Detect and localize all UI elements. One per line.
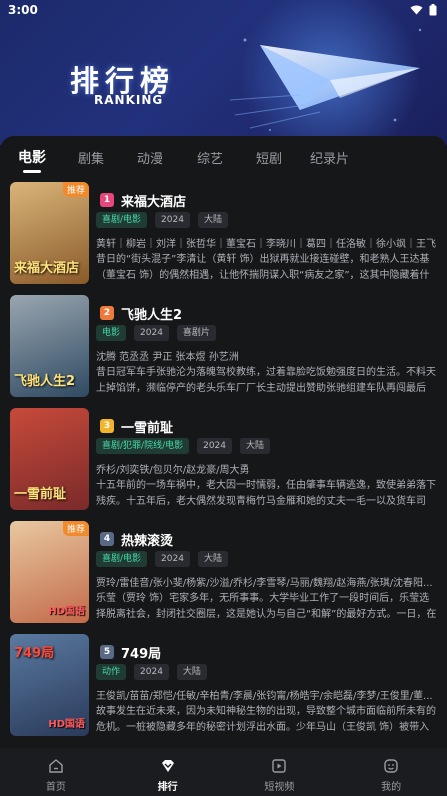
tab-series[interactable]: 剧集 [78,148,104,167]
poster-image: 749局 HD国语 [10,634,89,736]
nav-label: 短视频 [264,782,295,793]
list-item[interactable]: 749局 HD国语 5 749局 动作 2024 大陆 王俊凯/苗苗/郑恺/任敏… [0,632,447,744]
poster-title: 749局 [14,646,55,661]
tab-label: 综艺 [197,152,224,167]
bottom-navigation: 首页 排行 短视频 我的 [0,748,447,796]
synopsis: 昔日冠军车手张驰沦为落魄驾校教练，过着靠脸吃饭勉强度日的生活。不料天上掉馅饼，濒… [96,367,436,394]
tab-variety[interactable]: 综艺 [197,148,223,167]
nav-ranking[interactable]: 排行 [112,748,224,796]
poster-title: 来福大酒店 [14,261,80,276]
nav-home[interactable]: 首页 [0,748,112,796]
cast-list: 贾玲/雷佳音/张小斐/杨紫/沙溢/乔杉/李雪琴/马丽/魏翔/赵海燕/张琪/沈春阳… [96,578,433,589]
tab-label: 短剧 [256,152,283,167]
year-tag: 2024 [155,212,190,228]
list-item[interactable]: 飞驰人生2 2 飞驰人生2 电影 2024 喜剧片 沈腾 范丞丞 尹正 张本煜 … [0,293,447,405]
year-tag: 2024 [134,664,169,680]
hd-label: HD国语 [48,606,85,617]
tag-row: 喜剧/犯罪/院线/电影 2024 大陆 [96,438,271,454]
cast-list: 沈腾 范丞丞 尹正 张本煜 孙艺洲 [96,352,239,363]
movie-title: 一雪前耻 [121,421,174,436]
poster-title: 飞驰人生2 [14,374,76,389]
battery-icon [429,4,437,16]
rank-badge: 4 [100,532,114,546]
category-tabs: 电影 剧集 动漫 综艺 短剧 纪录片 [0,147,447,177]
tab-movie[interactable]: 电影 [18,147,46,173]
year-tag: 2024 [197,438,233,454]
poster-image: 一雪前耻 [10,408,89,510]
active-tab-indicator [23,170,41,173]
genre-tag: 电影 [96,325,127,341]
year-tag: 2024 [134,325,169,341]
cast-list: 黄轩｜柳岩｜刘洋｜张哲华｜董宝石｜李晓川｜葛四｜任洛敏｜徐小飒｜王飞 [96,239,436,250]
tab-label: 电影 [18,150,46,166]
synopsis: 乐莹（贾玲 饰）宅家多年，无所事事。大学毕业工作了一段时间后，乐莹选择脱离社会，… [96,593,437,620]
genre-tag: 喜剧/电影 [96,551,148,567]
poster-title: 一雪前耻 [14,487,67,502]
region-tag: 大陆 [197,212,228,228]
list-item[interactable]: 推荐 来福大酒店 1 来福大酒店 喜剧/电影 2024 大陆 黄轩｜柳岩｜刘洋｜… [0,180,447,292]
tag-row: 动作 2024 大陆 [96,664,207,680]
movie-title: 飞驰人生2 [121,308,183,323]
rank-badge: 1 [100,193,114,207]
short-video-icon [272,759,287,773]
region-tag: 大陆 [240,438,271,454]
tab-label: 动漫 [137,152,164,167]
synopsis: 十五年前的一场车祸中，老大因一时懦弱，任由肇事车辆逃逸，致使弟弟落下残疾。十五年… [96,480,436,507]
poster-image: 飞驰人生2 [10,295,89,397]
rank-badge: 3 [100,419,114,433]
tab-label: 纪录片 [310,152,350,167]
tag-row: 电影 2024 喜剧片 [96,325,216,341]
nav-label: 首页 [45,782,66,793]
rank-badge: 5 [100,645,114,659]
cast-list: 乔杉/刘奕铁/包贝尔/赵龙豪/周大勇 [96,465,250,476]
cast-list: 王俊凯/苗苗/郑恺/任敏/辛柏青/李晨/张钧甯/杨皓宇/余皑磊/李梦/王俊里/董… [96,691,433,702]
movie-title: 热辣滚烫 [121,534,174,549]
tab-short-drama[interactable]: 短剧 [256,148,282,167]
page-subtitle: RANKING [94,93,164,107]
profile-icon [384,759,398,773]
nav-short-video[interactable]: 短视频 [224,748,336,796]
list-item[interactable]: 一雪前耻 3 一雪前耻 喜剧/犯罪/院线/电影 2024 大陆 乔杉/刘奕铁/包… [0,406,447,518]
genre-tag: 喜剧/电影 [96,212,148,228]
region-tag: 大陆 [197,551,228,567]
status-time: 3:00 [8,3,38,17]
region-tag: 大陆 [176,664,207,680]
genre-tag: 动作 [96,664,127,680]
movie-title: 来福大酒店 [121,195,187,210]
tag-row: 喜剧/电影 2024 大陆 [96,212,228,228]
poster-image: 推荐 来福大酒店 [10,182,89,284]
rank-badge: 2 [100,306,114,320]
region-tag: 喜剧片 [176,325,216,341]
poster-image: 推荐 HD国语 [10,521,89,623]
tab-documentary[interactable]: 纪录片 [310,148,349,167]
tag-row: 喜剧/电影 2024 大陆 [96,551,228,567]
status-bar: 3:00 [0,0,447,22]
tab-label: 剧集 [78,152,105,167]
nav-profile[interactable]: 我的 [335,748,447,796]
year-tag: 2024 [155,551,190,567]
recommend-badge: 推荐 [62,521,89,536]
nav-label: 排行 [157,782,178,793]
hd-label: HD国语 [48,719,85,730]
movie-title: 749局 [121,647,162,662]
home-icon [49,759,63,773]
wifi-icon [410,5,423,15]
ranking-icon [161,760,174,772]
synopsis: 故事发生在近未来，因为未知神秘生物的出现，导致整个城市面临前所未有的危机。一桩被… [96,706,436,733]
synopsis: 昔日的“街头混子”李清让（黄轩 饰）出狱再就业接连碰壁，和老熟人王达基（董宝石 … [96,254,430,281]
tab-anime[interactable]: 动漫 [137,148,163,167]
list-item[interactable]: 推荐 HD国语 4 热辣滚烫 喜剧/电影 2024 大陆 贾玲/雷佳音/张小斐/… [0,519,447,631]
nav-label: 我的 [381,782,402,793]
genre-tag: 喜剧/犯罪/院线/电影 [96,438,190,454]
recommend-badge: 推荐 [62,182,89,197]
